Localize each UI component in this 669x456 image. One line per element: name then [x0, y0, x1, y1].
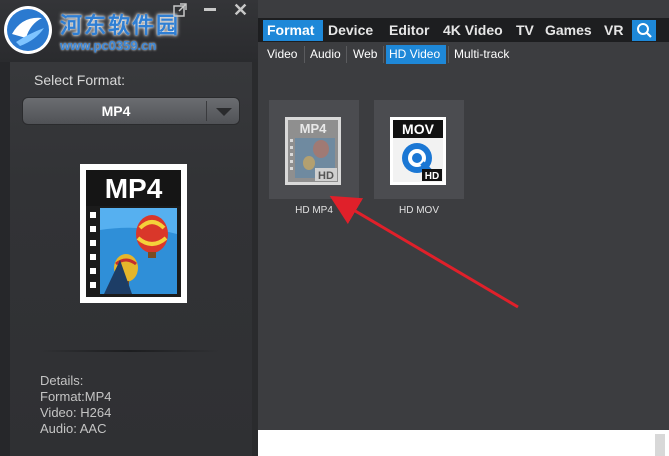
tab-4k-video[interactable]: 4K Video — [439, 20, 510, 41]
details-format: Format:MP4 — [40, 389, 112, 404]
subtab-separator — [448, 46, 449, 63]
format-label-hd-mp4: HD MP4 — [295, 205, 333, 216]
details-video: Video: H264 — [40, 405, 112, 420]
mp4-preview-icon: MP4 — [80, 164, 187, 303]
select-format-label: Select Format: — [34, 72, 126, 88]
quicktime-icon: MOV HD — [390, 117, 446, 185]
subtab-separator — [346, 46, 347, 63]
format-label-hd-mov: HD MOV — [399, 205, 439, 216]
subtab-separator — [304, 46, 305, 63]
format-dropdown-value: MP4 — [101, 103, 131, 119]
close-button[interactable]: ✕ — [233, 0, 248, 21]
popout-icon[interactable] — [172, 2, 188, 18]
scrollbar[interactable] — [655, 434, 665, 456]
format-details: Details: Format:MP4 Video: H264 Audio: A… — [40, 373, 112, 437]
sidebar-edge — [0, 60, 10, 456]
card-badge-text: MP4 — [300, 121, 328, 136]
tab-games[interactable]: Games — [541, 20, 598, 41]
mp4-film-icon: MP4 HD — [285, 117, 341, 185]
preview-badge-text: MP4 — [105, 173, 163, 204]
watermark-site-url: www.pc0359.cn — [60, 38, 157, 53]
subtab-web[interactable]: Web — [350, 45, 381, 64]
subtab-hd-video[interactable]: HD Video — [386, 45, 446, 64]
dropdown-separator — [206, 101, 207, 121]
bottom-panel — [258, 430, 669, 456]
watermark-logo-icon — [4, 6, 52, 54]
tab-vr[interactable]: VR — [600, 20, 630, 41]
search-icon[interactable] — [632, 20, 656, 41]
tab-tv[interactable]: TV — [512, 20, 539, 41]
subtab-audio[interactable]: Audio — [307, 45, 344, 64]
details-audio: Audio: AAC — [40, 421, 107, 436]
card-hd-text: HD — [425, 171, 439, 182]
tab-device[interactable]: Device — [324, 20, 383, 41]
subtab-video[interactable]: Video — [264, 45, 303, 64]
watermark-site-name: 河东软件园 — [60, 13, 181, 39]
minimize-button[interactable] — [204, 8, 216, 11]
subtab-separator — [383, 46, 384, 63]
format-card-hd-mp4[interactable]: MP4 HD — [269, 100, 359, 199]
details-heading: Details: — [40, 373, 84, 388]
card-hd-text: HD — [318, 170, 334, 182]
chevron-down-icon[interactable] — [216, 108, 232, 116]
format-dropdown[interactable]: MP4 — [22, 97, 240, 125]
tab-editor[interactable]: Editor — [385, 20, 437, 41]
tab-format[interactable]: Format — [263, 20, 323, 41]
card-badge-text: MOV — [402, 121, 435, 137]
preview-divider — [40, 350, 220, 352]
subtab-multi-track[interactable]: Multi-track — [451, 45, 513, 64]
format-card-hd-mov[interactable]: MOV HD — [374, 100, 464, 199]
